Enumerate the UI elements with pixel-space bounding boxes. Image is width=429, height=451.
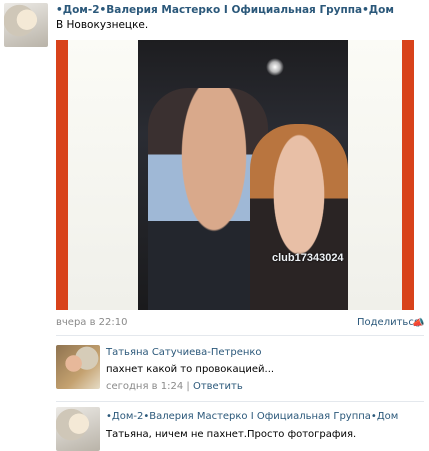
comment-avatar[interactable]	[56, 345, 100, 389]
comment-date[interactable]: сегодня в 1:24	[106, 381, 183, 392]
reply-button[interactable]: Ответить	[193, 381, 243, 392]
photo-inner: club17343024	[138, 40, 348, 310]
divider	[56, 335, 424, 336]
photo-frame: club17343024	[68, 40, 402, 310]
post-author-name[interactable]: •Дом-2•Валерия Мастерко I Официальная Гр…	[56, 4, 394, 16]
post-author-avatar[interactable]	[4, 3, 48, 47]
post-text: В Новокузнецке.	[56, 19, 149, 31]
post-date[interactable]: вчера в 22:10	[56, 317, 128, 328]
divider	[56, 401, 424, 402]
comment-meta: сегодня в 1:24 | Ответить	[106, 381, 243, 392]
comment-text: пахнет какой то провокацией...	[106, 364, 275, 375]
post-photo[interactable]: club17343024	[56, 40, 414, 310]
photo-person-woman	[250, 124, 348, 310]
comment-author[interactable]: Татьяна Сатучиева-Петренко	[106, 347, 262, 358]
photo-watermark: club17343024	[272, 252, 344, 264]
share-button[interactable]: Поделиться	[357, 317, 420, 328]
ceiling-light	[266, 58, 284, 76]
comment-author[interactable]: •Дом-2•Валерия Мастерко I Официальная Гр…	[106, 411, 398, 422]
comment-text: Татьяна, ничем не пахнет.Просто фотограф…	[106, 429, 357, 440]
comment-avatar[interactable]	[56, 407, 100, 451]
comment-separator: |	[186, 381, 190, 392]
megaphone-icon[interactable]: 📣	[412, 318, 424, 329]
